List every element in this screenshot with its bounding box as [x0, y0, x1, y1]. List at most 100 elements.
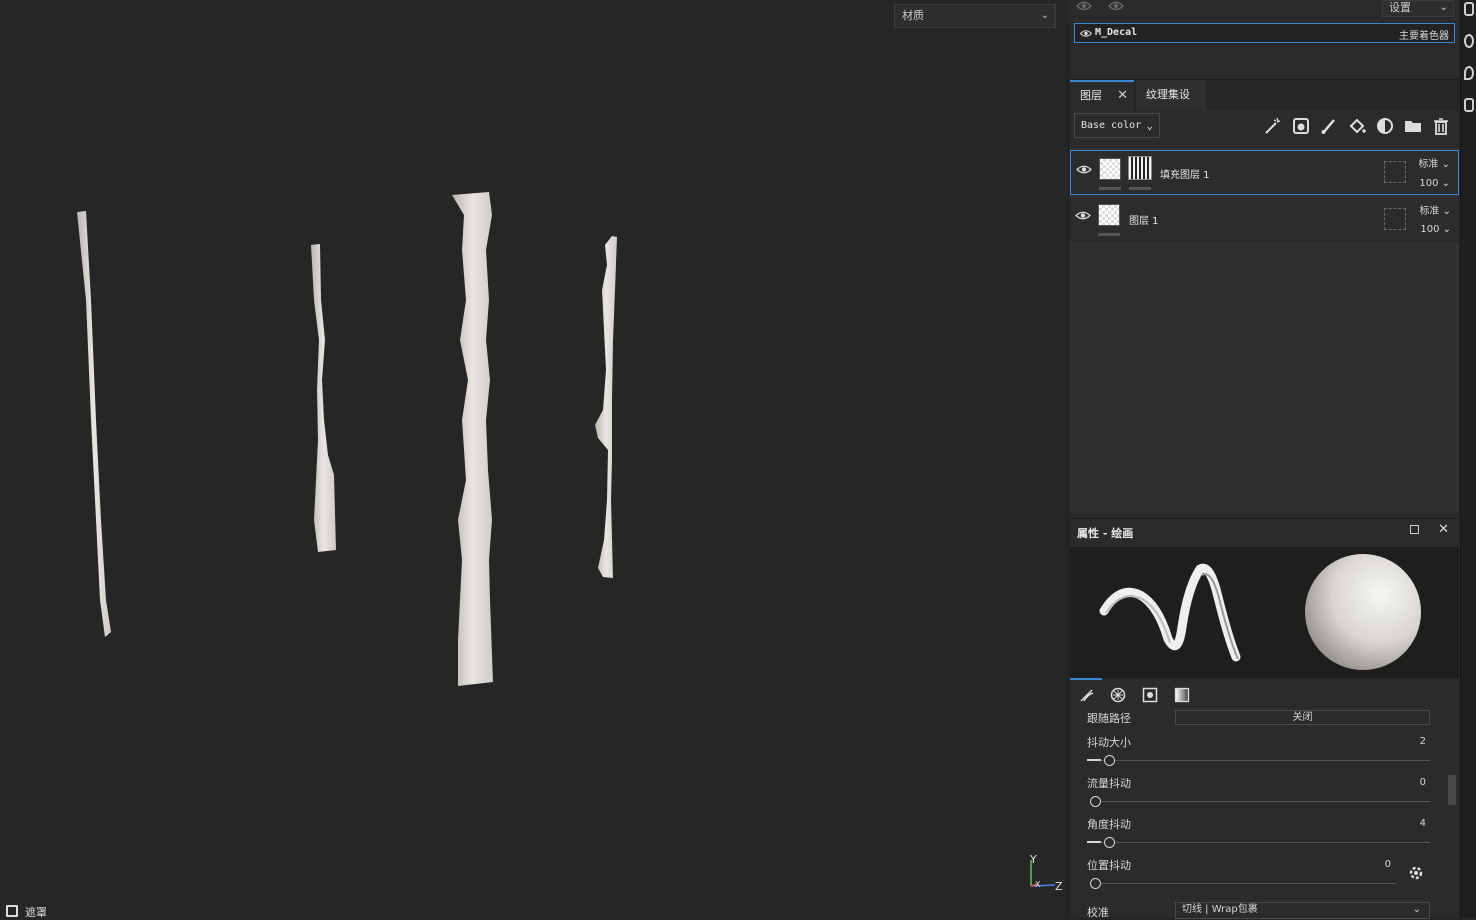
chevron-down-icon: ⌄: [1146, 119, 1153, 132]
alpha-icon[interactable]: [1110, 687, 1126, 703]
opacity-dropdown[interactable]: 100 ⌄: [1420, 224, 1451, 235]
param-slider-handle[interactable]: [1104, 837, 1115, 848]
layer-row[interactable]: 填充图层 1 标准 ⌄ 100 ⌄: [1070, 150, 1459, 195]
follow-path-value: 关闭: [1292, 712, 1313, 723]
material-mode-dropdown[interactable]: 材质 ⌄: [894, 4, 1056, 28]
brush-stroke-icon[interactable]: [1079, 687, 1095, 703]
panel-tabs: 图层 ✕ 纹理集设置: [1070, 79, 1459, 131]
scrollbar[interactable]: [1448, 775, 1456, 805]
eye-icon[interactable]: [1076, 164, 1092, 175]
layer-name[interactable]: 图层 1: [1129, 212, 1159, 227]
eye-icon[interactable]: [1080, 29, 1092, 38]
mask-thumbnail-bar: [1129, 187, 1151, 190]
channel-dropdown[interactable]: Base color ⌄: [1074, 113, 1160, 138]
folder-icon[interactable]: [1403, 116, 1423, 136]
opacity-value: 100: [1419, 178, 1439, 189]
param-label: 位置抖动: [1087, 859, 1131, 872]
layer-effects-slot[interactable]: [1384, 161, 1406, 183]
smart-material-icon[interactable]: [1375, 116, 1395, 136]
layer-thumbnail-bar: [1098, 233, 1120, 236]
panel-toggle-icon[interactable]: [1464, 2, 1474, 16]
param-label: 抖动大小: [1087, 736, 1131, 749]
param-label: 流量抖动: [1087, 777, 1131, 790]
param-slider-fill: [1087, 841, 1101, 843]
viewport-mesh-canvas: [77, 192, 1056, 887]
active-tab-indicator: [1070, 678, 1102, 680]
maximize-icon[interactable]: [1410, 525, 1419, 534]
blend-mode-dropdown[interactable]: 标准 ⌄: [1418, 155, 1450, 170]
layer-thumbnail-bar: [1099, 187, 1121, 190]
mask-toggle[interactable]: 遮罩: [6, 905, 47, 919]
mask-toggle-label: 遮罩: [25, 906, 47, 919]
opacity-dropdown[interactable]: 100 ⌄: [1419, 178, 1450, 189]
side-toolbar: [1460, 0, 1476, 917]
trash-icon[interactable]: [1431, 116, 1451, 136]
opacity-value: 100: [1420, 224, 1440, 235]
param-slider-track[interactable]: [1090, 801, 1430, 802]
settings-dropdown[interactable]: 设置 ⌄: [1382, 0, 1454, 17]
material-mode-label: 材质: [902, 9, 924, 22]
param-slider-fill: [1087, 759, 1101, 761]
follow-path-field[interactable]: 关闭: [1175, 710, 1430, 725]
layer-effects-slot[interactable]: [1384, 208, 1406, 230]
follow-path-label: 跟随路径: [1087, 712, 1131, 725]
shader-row[interactable]: M_Decal 主要着色器: [1074, 23, 1455, 43]
history-icon[interactable]: [1464, 66, 1474, 80]
sphere-icon[interactable]: [1464, 34, 1474, 48]
eye-icon[interactable]: [1108, 0, 1124, 12]
param-value[interactable]: 2: [1396, 736, 1426, 747]
add-mask-icon[interactable]: [1291, 116, 1311, 136]
fill-bucket-icon[interactable]: [1347, 116, 1367, 136]
chevron-down-icon: ⌄: [1439, 2, 1448, 13]
param-label: 角度抖动: [1087, 818, 1131, 831]
param-value[interactable]: 4: [1396, 818, 1426, 829]
layer-name[interactable]: 填充图层 1: [1160, 166, 1210, 181]
layer-thumbnail[interactable]: [1098, 204, 1120, 226]
tab-texture-set-settings[interactable]: 纹理集设置: [1136, 80, 1206, 131]
param-slider-track[interactable]: [1090, 760, 1430, 761]
shader-name: M_Decal: [1095, 27, 1138, 38]
mesh-strip-1: [77, 211, 111, 637]
blend-mode-label: 标准: [1419, 206, 1440, 217]
3d-viewport[interactable]: Y X Z: [0, 0, 1068, 917]
tab-layers-label: 图层: [1080, 89, 1102, 102]
eye-icon[interactable]: [1075, 210, 1091, 221]
magic-wand-icon[interactable]: [1263, 116, 1283, 136]
param-slider-handle[interactable]: [1090, 878, 1101, 889]
fill-layer-mask-thumbnail[interactable]: [1128, 156, 1152, 180]
chevron-down-icon: ⌄: [1412, 904, 1421, 915]
mesh-strip-4: [595, 236, 617, 578]
settings-dropdown-label: 设置: [1389, 1, 1411, 14]
hide-icon[interactable]: [1076, 0, 1092, 12]
material-sphere-preview: [1305, 554, 1421, 670]
mesh-strip-3: [452, 192, 493, 686]
alignment-label: 校准: [1087, 906, 1109, 919]
chevron-down-icon: ⌄: [1040, 10, 1049, 21]
gradient-icon[interactable]: [1174, 687, 1190, 703]
gear-icon[interactable]: [1407, 864, 1425, 882]
blend-mode-dropdown[interactable]: 标准 ⌄: [1419, 202, 1451, 217]
channel-dropdown-label: Base color: [1081, 120, 1142, 131]
close-icon[interactable]: ✕: [1438, 522, 1449, 537]
close-icon[interactable]: ✕: [1117, 82, 1128, 110]
stencil-icon[interactable]: [1142, 687, 1158, 703]
properties-header: 属性 - 绘画 ✕: [1070, 518, 1459, 547]
param-value[interactable]: 0: [1361, 859, 1391, 870]
axis-z-label: Z: [1055, 880, 1063, 893]
axis-y-label: Y: [1030, 853, 1037, 866]
layer-thumbnail[interactable]: [1099, 158, 1121, 180]
tab-layers[interactable]: 图层 ✕: [1070, 80, 1134, 110]
param-value[interactable]: 0: [1396, 777, 1426, 788]
param-slider-handle[interactable]: [1090, 796, 1101, 807]
document-icon[interactable]: [1464, 98, 1474, 112]
layer-row[interactable]: 图层 1 标准 ⌄ 100 ⌄: [1070, 197, 1459, 242]
param-slider-track[interactable]: [1090, 842, 1430, 843]
properties-title: 属性 - 绘画: [1077, 527, 1134, 540]
alignment-dropdown[interactable]: 切线 | Wrap包裹 ⌄: [1175, 902, 1430, 919]
axis-x-label: X: [1035, 880, 1041, 889]
param-slider-track[interactable]: [1090, 883, 1396, 884]
brush-icon[interactable]: [1319, 116, 1339, 136]
brush-preview: [1070, 547, 1459, 678]
param-slider-handle[interactable]: [1104, 755, 1115, 766]
mesh-strip-2: [311, 244, 336, 552]
